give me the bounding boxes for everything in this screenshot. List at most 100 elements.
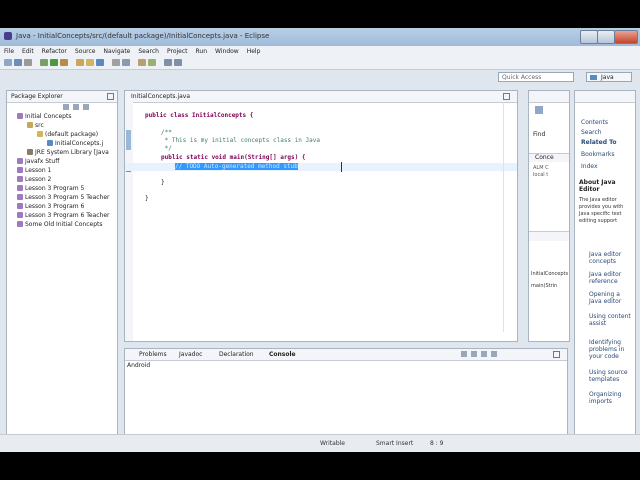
menu-run[interactable]: Run bbox=[192, 46, 212, 55]
tree-item[interactable]: Lesson 3 Program 5 Teacher bbox=[17, 194, 110, 201]
tree-item[interactable]: src bbox=[27, 122, 44, 129]
maximize-editor-icon[interactable] bbox=[503, 93, 510, 100]
outline-text: local t bbox=[533, 172, 549, 178]
maximize-console-icon[interactable] bbox=[553, 351, 560, 358]
find-button[interactable]: Find bbox=[533, 131, 545, 138]
tab-console[interactable]: Console bbox=[269, 351, 296, 358]
help-link[interactable]: Bookmarks bbox=[581, 151, 615, 158]
code-line[interactable]: * This is my initial concepts class in J… bbox=[161, 137, 320, 144]
help-topic-link[interactable]: Using content assist bbox=[589, 313, 633, 327]
help-topic-link[interactable]: Using source templates bbox=[589, 369, 633, 383]
editor-ruler bbox=[125, 102, 133, 341]
outline-class-item[interactable]: InitialConcepts bbox=[531, 271, 568, 277]
code-line[interactable]: // TODO Auto-generated method stub bbox=[175, 163, 298, 170]
menu-project[interactable]: Project bbox=[163, 46, 192, 55]
annotation-icon[interactable] bbox=[138, 59, 146, 66]
menu-search[interactable]: Search bbox=[134, 46, 163, 55]
code-line[interactable]: public class InitialConcepts { bbox=[145, 112, 253, 119]
tab-problems[interactable]: Problems bbox=[139, 351, 167, 358]
tree-item[interactable]: Lesson 1 bbox=[17, 167, 51, 174]
close-button[interactable] bbox=[614, 30, 638, 44]
scroll-lock-icon[interactable] bbox=[471, 351, 477, 357]
console-clear-icon[interactable] bbox=[461, 351, 467, 357]
pin-console-icon[interactable] bbox=[481, 351, 487, 357]
help-tab-bar bbox=[575, 91, 635, 103]
new-icon[interactable] bbox=[4, 59, 12, 66]
outline-label[interactable]: Conce bbox=[529, 153, 569, 162]
forward-icon[interactable] bbox=[174, 59, 182, 66]
tab-declaration[interactable]: Declaration bbox=[219, 351, 254, 358]
print-icon[interactable] bbox=[24, 59, 32, 66]
tree-item[interactable]: InitialConcepts.j bbox=[47, 140, 103, 147]
tree-item[interactable]: (default package) bbox=[37, 131, 98, 138]
save-icon[interactable] bbox=[14, 59, 22, 66]
maximize-button[interactable] bbox=[597, 30, 615, 44]
search-icon[interactable] bbox=[122, 59, 130, 66]
menu-window[interactable]: Window bbox=[211, 46, 243, 55]
change-marker bbox=[126, 130, 131, 150]
task-list-icon[interactable] bbox=[535, 106, 543, 114]
tree-item[interactable]: Javafx Stuff bbox=[17, 158, 59, 165]
link-editor-icon[interactable] bbox=[73, 104, 79, 110]
menu-file[interactable]: File bbox=[0, 46, 18, 55]
open-console-icon[interactable] bbox=[491, 351, 497, 357]
code-line[interactable]: public static void main(String[] args) { bbox=[161, 154, 306, 161]
back-icon[interactable] bbox=[164, 59, 172, 66]
menu-edit[interactable]: Edit bbox=[18, 46, 38, 55]
debug-icon[interactable] bbox=[40, 59, 48, 66]
help-link[interactable]: Search bbox=[581, 129, 602, 136]
help-topic-link[interactable]: Java editor concepts bbox=[589, 251, 633, 265]
minimize-button[interactable] bbox=[580, 30, 598, 44]
menu-bar: File Edit Refactor Source Navigate Search Proj… bbox=[0, 46, 640, 57]
menu-refactor[interactable]: Refactor bbox=[38, 46, 71, 55]
quick-access-input[interactable]: Quick Access bbox=[498, 72, 574, 82]
help-topic-link[interactable]: Java editor reference bbox=[589, 271, 633, 285]
outline-view-tab[interactable] bbox=[529, 231, 569, 241]
mark-occurrences-icon[interactable] bbox=[148, 59, 156, 66]
about-text: The Java editor provides you with Java s… bbox=[579, 197, 624, 224]
editor-tab[interactable]: InitialConcepts.java bbox=[131, 93, 190, 100]
tree-item[interactable]: Some Old Initial Concepts bbox=[17, 221, 102, 228]
tree-item[interactable]: JRE System Library [Java bbox=[27, 149, 109, 156]
help-topic-link[interactable]: Identifying problems in your code bbox=[589, 339, 633, 360]
code-line[interactable]: /** bbox=[161, 129, 172, 136]
tree-item[interactable]: Lesson 3 Program 6 Teacher bbox=[17, 212, 110, 219]
java-perspective-button[interactable]: Java bbox=[586, 72, 632, 82]
menu-help[interactable]: Help bbox=[243, 46, 265, 55]
code-line[interactable]: */ bbox=[161, 145, 172, 152]
help-topic-link[interactable]: Organizing imports bbox=[589, 391, 633, 405]
selected-text: // TODO Auto-generated method stub bbox=[175, 163, 298, 170]
menu-source[interactable]: Source bbox=[71, 46, 100, 55]
project-icon bbox=[17, 167, 23, 173]
tab-javadoc[interactable]: Javadoc bbox=[179, 351, 202, 358]
outline-method-item[interactable]: main(Strin bbox=[531, 283, 557, 289]
help-link[interactable]: Contents bbox=[581, 119, 608, 126]
new-java-project-icon[interactable] bbox=[76, 59, 84, 66]
tree-item[interactable]: Lesson 2 bbox=[17, 176, 51, 183]
tree-item[interactable]: Initial Concepts bbox=[17, 113, 71, 120]
new-class-icon[interactable] bbox=[96, 59, 104, 66]
status-bar: Writable Smart Insert 8 : 9 bbox=[0, 434, 640, 452]
project-icon bbox=[17, 158, 23, 164]
tree-item[interactable]: Lesson 3 Program 5 bbox=[17, 185, 84, 192]
menu-navigate[interactable]: Navigate bbox=[99, 46, 134, 55]
code-line[interactable]: } bbox=[145, 195, 149, 202]
maximize-view-icon[interactable] bbox=[107, 93, 114, 100]
window-title: Java - InitialConcepts/src/(default pack… bbox=[16, 32, 270, 40]
external-tools-icon[interactable] bbox=[60, 59, 68, 66]
help-link[interactable]: Related To bbox=[581, 139, 617, 146]
about-title: About Java Editor bbox=[579, 179, 616, 193]
open-type-icon[interactable] bbox=[112, 59, 120, 66]
java-perspective-icon bbox=[590, 75, 597, 80]
help-topic-link[interactable]: Opening a Java editor bbox=[589, 291, 633, 305]
code-line[interactable]: } bbox=[161, 179, 165, 186]
view-menu-icon[interactable] bbox=[83, 104, 89, 110]
help-link[interactable]: Index bbox=[581, 163, 598, 170]
tree-item[interactable]: Lesson 3 Program 6 bbox=[17, 203, 84, 210]
project-icon bbox=[17, 212, 23, 218]
java-file-icon bbox=[47, 140, 53, 146]
new-package-icon[interactable] bbox=[86, 59, 94, 66]
run-icon[interactable] bbox=[50, 59, 58, 66]
overview-ruler[interactable] bbox=[503, 102, 516, 332]
collapse-all-icon[interactable] bbox=[63, 104, 69, 110]
